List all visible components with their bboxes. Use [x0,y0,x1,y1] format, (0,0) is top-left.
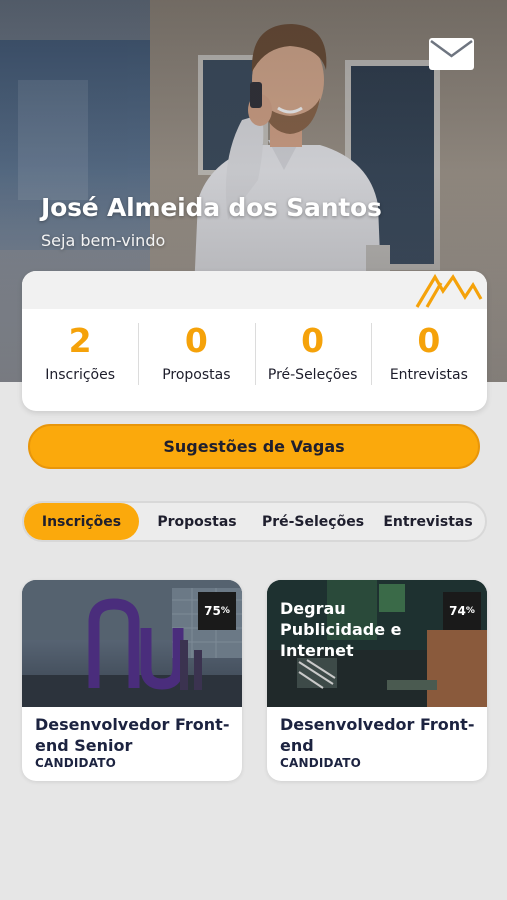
tab-entrevistas[interactable]: Entrevistas [371,503,485,540]
match-value: 75 [204,604,221,618]
stat-value: 0 [184,321,208,360]
stat-entrevistas[interactable]: 0 Entrevistas [370,321,487,387]
stat-label: Pré-Seleções [267,367,358,383]
stats-card: 2 Inscrições 0 Propostas 0 Pré-Seleções … [22,271,487,411]
suggested-jobs-button[interactable]: Sugestões de Vagas [28,424,480,469]
welcome-text: Seja bem-vindo [41,231,166,250]
stat-pre-selecoes[interactable]: 0 Pré-Seleções [254,321,371,387]
tab-propostas[interactable]: Propostas [139,503,255,540]
job-status: CANDIDATO [35,756,117,770]
job-card[interactable]: 75% Desenvolvedor Front-end Senior CANDI… [22,580,242,781]
tab-pre-selecoes[interactable]: Pré-Seleções [255,503,371,540]
company-name: Degrau Publicidade e Internet [280,599,402,660]
job-status: CANDIDATO [280,756,362,770]
mail-icon[interactable] [429,38,474,70]
stat-value: 0 [417,321,441,360]
status-tabs: Inscrições Propostas Pré-Seleções Entrev… [22,501,487,542]
stat-value: 0 [301,321,325,360]
job-title: Desenvolvedor Front-end [280,715,475,755]
job-title: Desenvolvedor Front-end Senior [35,715,230,755]
match-percentage-badge: 75% [198,592,236,630]
stats-row: 2 Inscrições 0 Propostas 0 Pré-Seleções … [22,321,487,387]
stat-inscricoes[interactable]: 2 Inscrições [22,321,138,387]
user-name: José Almeida dos Santos [41,193,382,222]
stat-label: Inscrições [45,367,116,383]
match-unit: % [220,606,230,616]
tab-inscricoes[interactable]: Inscrições [24,503,139,540]
job-card[interactable]: Degrau Publicidade e Internet 74% Desenv… [267,580,487,781]
stat-label: Propostas [162,367,231,383]
match-value: 74 [449,604,466,618]
job-image: Degrau Publicidade e Internet 74% [267,580,487,707]
match-percentage-badge: 74% [443,592,481,630]
stat-label: Entrevistas [389,367,468,383]
match-unit: % [465,606,475,616]
brand-logo-icon [415,273,483,308]
job-image: 75% [22,580,242,707]
stat-propostas[interactable]: 0 Propostas [138,321,254,387]
stat-value: 2 [68,321,92,360]
